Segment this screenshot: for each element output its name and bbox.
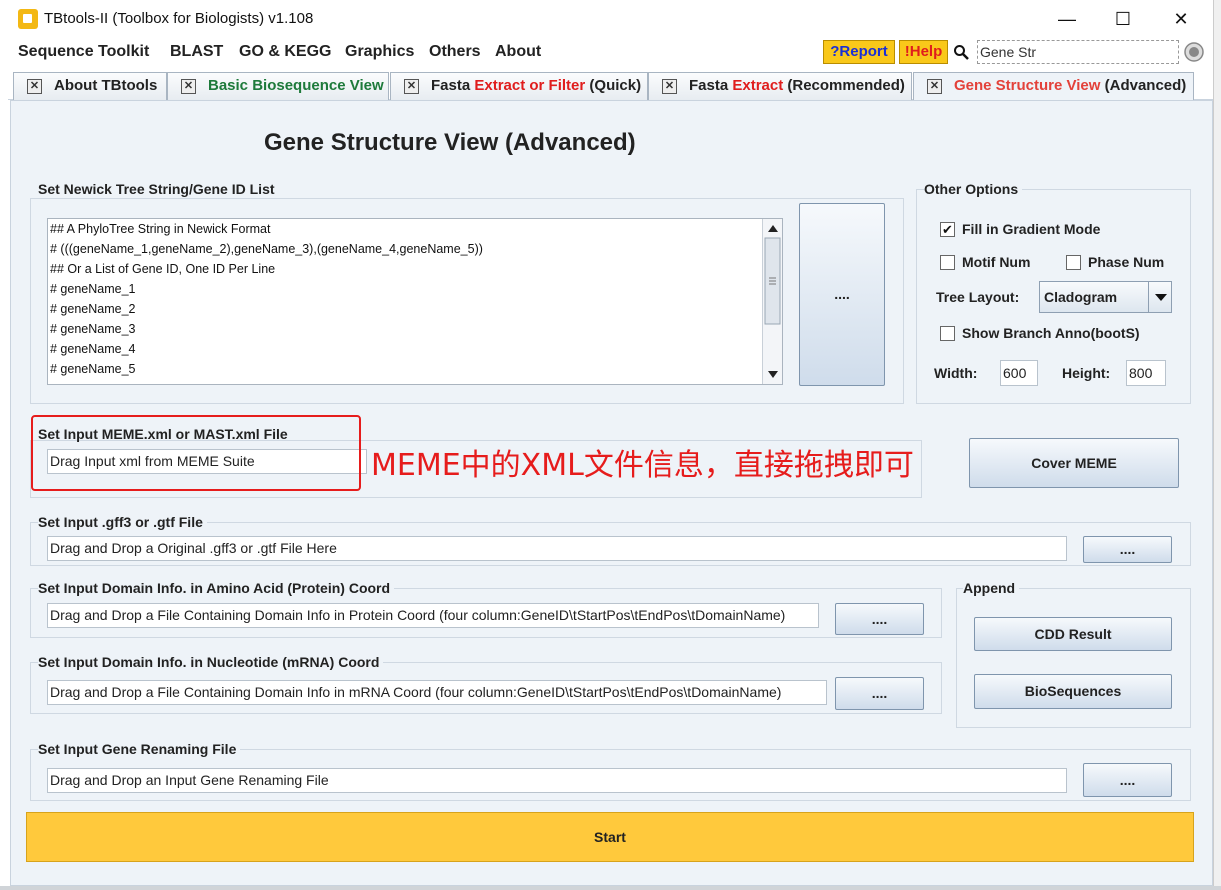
gradient-label: Fill in Gradient Mode	[962, 221, 1101, 237]
domain-protein-input[interactable]: Drag and Drop a File Containing Domain I…	[47, 603, 819, 628]
tab-close-icon[interactable]: ✕	[27, 79, 42, 94]
width-input[interactable]: 600	[1000, 360, 1038, 386]
newick-line: # geneName_5	[50, 362, 136, 376]
phase-num-checkbox[interactable]	[1066, 255, 1081, 270]
report-button[interactable]: ?Report	[823, 40, 895, 64]
close-button[interactable]: ✕	[1158, 6, 1204, 32]
other-options-label: Other Options	[924, 181, 1023, 197]
newick-line: # (((geneName_1,geneName_2),geneName_3),…	[50, 242, 483, 256]
newick-line: ## A PhyloTree String in Newick Format	[50, 222, 271, 236]
tab-close-icon[interactable]: ✕	[662, 79, 677, 94]
newick-label: Set Newick Tree String/Gene ID List	[38, 181, 279, 197]
start-button[interactable]: Start	[26, 812, 1194, 862]
newick-scrollbar[interactable]	[762, 219, 782, 384]
tab-about-tbtools[interactable]: ✕ About TBtools	[13, 72, 167, 100]
help-button[interactable]: !Help	[899, 40, 948, 64]
app-logo-icon	[18, 9, 38, 29]
annotation-highlight-box	[31, 415, 361, 491]
newick-line: ## Or a List of Gene ID, One ID Per Line	[50, 262, 276, 276]
tab-label-b: (Advanced)	[1100, 77, 1187, 94]
biosequences-button[interactable]: BioSequences	[974, 674, 1172, 709]
height-label: Height:	[1062, 365, 1111, 381]
tab-label-c: (Quick)	[585, 77, 642, 94]
motif-num-checkbox[interactable]	[940, 255, 955, 270]
tab-label-a: Fasta	[689, 77, 733, 94]
rename-browse-button[interactable]: ....	[1083, 763, 1172, 797]
newick-line: # geneName_1	[50, 282, 136, 296]
scrollbar-arrows-icon	[764, 225, 781, 378]
tab-basic-biosequence-view[interactable]: ✕ Basic Biosequence View	[167, 72, 389, 100]
domain-mrna-input[interactable]: Drag and Drop a File Containing Domain I…	[47, 680, 827, 705]
menu-graphics[interactable]: Graphics	[345, 43, 414, 61]
maximize-button[interactable]: ☐	[1100, 6, 1146, 32]
tab-fasta-extract[interactable]: ✕ Fasta Extract (Recommended)	[648, 72, 912, 100]
domain-protein-label: Set Input Domain Info. in Amino Acid (Pr…	[38, 580, 395, 596]
settings-gear-icon[interactable]	[1183, 41, 1205, 63]
menu-others[interactable]: Others	[429, 43, 481, 61]
tab-label-b: Extract	[732, 77, 784, 94]
domain-mrna-browse-button[interactable]: ....	[835, 677, 924, 710]
tab-label-c: (Recommended)	[783, 77, 905, 94]
tab-label-a: Fasta	[431, 77, 475, 94]
phase-num-label: Phase Num	[1088, 254, 1165, 270]
tree-layout-select[interactable]: Cladogram	[1039, 281, 1172, 313]
background-window-edge	[0, 886, 1221, 890]
width-label: Width:	[934, 365, 978, 381]
tab-label-b: Extract or Filter	[474, 77, 586, 94]
chevron-down-icon[interactable]	[1148, 282, 1172, 312]
newick-browse-button[interactable]: ....	[799, 203, 885, 386]
page-title: Gene Structure View (Advanced)	[264, 129, 636, 156]
domain-protein-browse-button[interactable]: ....	[835, 603, 924, 635]
tab-label: About TBtools	[54, 77, 158, 94]
window-title: TBtools-II (Toolbox for Biologists) v1.1…	[44, 10, 314, 27]
cover-meme-button[interactable]: Cover MEME	[969, 438, 1179, 488]
rename-input[interactable]: Drag and Drop an Input Gene Renaming Fil…	[47, 768, 1067, 793]
menu-blast[interactable]: BLAST	[170, 43, 223, 61]
newick-line: # geneName_2	[50, 302, 136, 316]
cdd-result-button[interactable]: CDD Result	[974, 617, 1172, 651]
annotation-text: MEME中的XML文件信息，直接拖拽即可	[371, 448, 914, 483]
branch-anno-checkbox[interactable]	[940, 326, 955, 341]
tab-close-icon[interactable]: ✕	[181, 79, 196, 94]
gff-label: Set Input .gff3 or .gtf File	[38, 514, 207, 530]
tab-gene-structure-view[interactable]: ✕ Gene Structure View (Advanced)	[913, 72, 1194, 100]
tab-label: Basic Biosequence View	[208, 77, 384, 94]
gff-input[interactable]: Drag and Drop a Original .gff3 or .gtf F…	[47, 536, 1067, 561]
gradient-checkbox[interactable]: ✔	[940, 222, 955, 237]
branch-anno-label: Show Branch Anno(bootS)	[962, 325, 1140, 341]
tab-close-icon[interactable]: ✕	[927, 79, 942, 94]
tree-layout-value: Cladogram	[1044, 289, 1118, 305]
tree-layout-label: Tree Layout:	[936, 289, 1020, 305]
menu-about[interactable]: About	[495, 43, 541, 61]
gff-browse-button[interactable]: ....	[1083, 536, 1172, 563]
tab-fasta-extract-filter[interactable]: ✕ Fasta Extract or Filter (Quick)	[390, 72, 648, 100]
rename-label: Set Input Gene Renaming File	[38, 741, 241, 757]
height-input[interactable]: 800	[1126, 360, 1166, 386]
background-window-edge	[1213, 0, 1221, 890]
minimize-button[interactable]: —	[1044, 6, 1090, 32]
tab-label-a: Gene Structure View	[954, 77, 1101, 94]
menu-sequence-toolkit[interactable]: Sequence Toolkit	[18, 43, 149, 61]
search-icon	[954, 45, 969, 60]
newick-line: # geneName_3	[50, 322, 136, 336]
motif-num-label: Motif Num	[962, 254, 1031, 270]
newick-textarea[interactable]: ## A PhyloTree String in Newick Format #…	[47, 218, 783, 385]
menu-go-kegg[interactable]: GO & KEGG	[239, 43, 331, 61]
newick-line: # geneName_4	[50, 342, 136, 356]
append-label: Append	[963, 580, 1020, 596]
domain-mrna-label: Set Input Domain Info. in Nucleotide (mR…	[38, 654, 384, 670]
tab-close-icon[interactable]: ✕	[404, 79, 419, 94]
search-input[interactable]: Gene Str	[977, 40, 1179, 64]
